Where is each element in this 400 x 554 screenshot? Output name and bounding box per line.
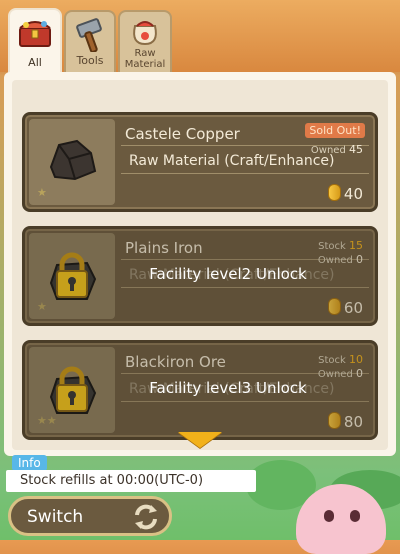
tab-all[interactable]: All: [8, 8, 62, 74]
list-item[interactable]: ★★ Blackiron Ore Stock 10 Owned 0 Raw Ma…: [22, 340, 378, 440]
item-category: Raw Material (Craft/Enhance): [129, 153, 335, 169]
info-tag: Info: [12, 455, 47, 471]
list-item[interactable]: ★ Castele Copper Sold Out! Owned 45 Raw …: [22, 112, 378, 212]
copper-ore-icon: [49, 139, 97, 181]
tab-all-label: All: [28, 56, 42, 69]
scroll-down-arrow-icon[interactable]: [178, 432, 222, 448]
item-price: 40: [327, 184, 363, 203]
unlock-requirement: Facility level2 Unlock: [149, 265, 307, 283]
treasure-chest-icon: [16, 16, 54, 53]
tab-tools-label: Tools: [76, 54, 104, 67]
hammer-icon: [72, 18, 108, 55]
unlock-requirement: Facility level3 Unlock: [149, 379, 307, 397]
item-list[interactable]: ★ Castele Copper Sold Out! Owned 45 Raw …: [12, 80, 388, 450]
tab-raw-material-label: Raw Material: [124, 48, 166, 70]
sack-icon: [127, 16, 163, 49]
mascot-eye: [324, 510, 334, 522]
rarity-stars: ★: [37, 186, 47, 199]
tab-tools[interactable]: Tools: [64, 10, 116, 72]
item-icon-frame: ★: [29, 119, 115, 205]
sold-out-badge: Sold Out!: [305, 123, 365, 138]
list-item[interactable]: ★ Plains Iron Stock 15 Owned 0 Raw Mater…: [22, 226, 378, 326]
divider: [121, 173, 369, 174]
tab-raw-material[interactable]: Raw Material: [118, 10, 172, 72]
info-message: Stock refills at 00:00(UTC-0) everyday: [6, 470, 256, 510]
coin-icon: [327, 184, 341, 201]
switch-button-label: Switch: [27, 507, 84, 527]
mascot-eye: [350, 510, 360, 522]
refresh-arrows-icon: [135, 504, 157, 530]
switch-button[interactable]: Switch: [8, 496, 172, 536]
item-name: Castele Copper: [125, 125, 240, 143]
